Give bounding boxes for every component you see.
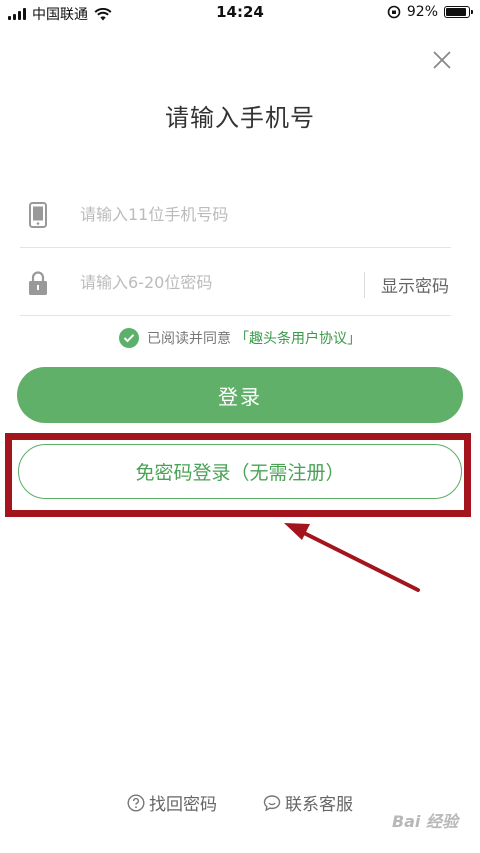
close-icon — [433, 51, 451, 69]
page-title: 请输入手机号 — [165, 104, 315, 132]
phone-field — [20, 182, 451, 248]
battery-percent: 92% — [406, 4, 438, 20]
annotation-arrow-icon — [284, 523, 420, 592]
close-button[interactable] — [428, 46, 456, 74]
show-password-toggle[interactable]: 显示密码 — [381, 272, 449, 297]
rotation-lock-icon — [387, 5, 401, 19]
status-bar: 中国联通 14:24 92% — [0, 0, 480, 24]
password-input[interactable] — [80, 273, 330, 292]
chat-bubble-icon — [263, 794, 281, 811]
battery-icon — [444, 6, 473, 18]
contact-service-link[interactable]: 联系客服 — [263, 790, 353, 815]
battery-fill — [446, 8, 467, 16]
login-button[interactable]: 登录 — [17, 367, 463, 423]
phone-input[interactable] — [80, 205, 330, 224]
agreement-link[interactable]: 「趣头条用户协议」 — [235, 328, 361, 348]
agreement-checkbox[interactable] — [119, 328, 139, 348]
lock-icon — [23, 268, 53, 298]
passwordless-login-button[interactable]: 免密码登录（无需注册） — [18, 444, 462, 499]
phone-icon — [23, 200, 53, 230]
field-divider — [364, 272, 365, 298]
contact-service-label: 联系客服 — [285, 795, 353, 815]
help-circle-icon — [127, 793, 145, 812]
recover-password-label: 找回密码 — [149, 795, 217, 815]
status-right: 92% — [387, 4, 473, 20]
agreement-text: 已阅读并同意 — [147, 331, 231, 347]
agreement-row: 已阅读并同意 「趣头条用户协议」 — [0, 328, 480, 348]
password-field: 显示密码 — [20, 250, 451, 316]
watermark-logo: Bai 经验 — [391, 812, 458, 831]
check-icon — [123, 334, 135, 343]
recover-password-link[interactable]: 找回密码 — [127, 790, 217, 815]
